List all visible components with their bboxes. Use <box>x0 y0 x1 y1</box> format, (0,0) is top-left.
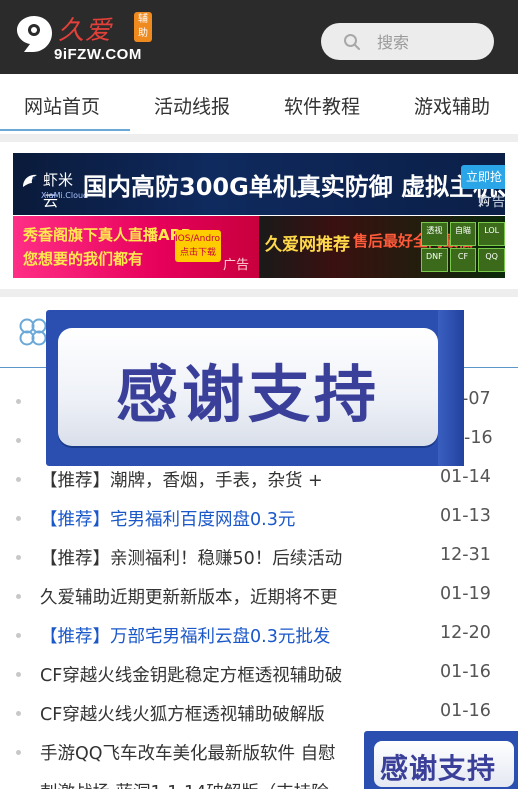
ad-banner-double: 秀香阁旗下真人直播APP 您想要的我们都有 IOS/Android 点击下载 广… <box>13 216 505 278</box>
site-header: 久爱 辅助 9iFZW.COM <box>0 0 518 74</box>
shrimp-logo-icon <box>23 174 37 187</box>
ad-brand: 虾米云 XiaMi.Cloud <box>19 161 88 210</box>
popup-edge <box>438 310 464 466</box>
list-item-date: 12-31 <box>440 545 491 565</box>
list-item-title[interactable]: 【推荐】万部宅男福利云盘0.3元批发 <box>40 623 370 648</box>
bullet-dot <box>16 399 21 404</box>
bullet-dot <box>16 711 21 716</box>
thanks-corner-card: 感谢支持 <box>374 741 514 787</box>
list-item-date: 01-14 <box>440 467 491 487</box>
list-item[interactable]: 【推荐】宅男福利百度网盘0.3元 01-13 <box>0 499 518 535</box>
ad-feature-grid: 透视 自瞄 LOL DNF CF QQ <box>421 222 505 272</box>
list-item-date: -16 <box>464 428 493 448</box>
list-item-date: 12-20 <box>440 623 491 643</box>
ad-live-line2: 您想要的我们都有 <box>23 250 144 268</box>
search-box[interactable] <box>321 23 494 60</box>
list-item-title[interactable]: 手游QQ飞车改车美化最新版软件 自慰 <box>40 740 370 765</box>
ad-brand-domain: XiaMi.Cloud <box>41 191 89 200</box>
nav-active-indicator <box>0 129 130 131</box>
logo-badge: 辅助 <box>134 12 152 42</box>
list-item-title[interactable]: 【推荐】亲测福利！稳赚50！后续活动 <box>40 545 370 570</box>
thanks-corner-text: 感谢支持 <box>380 752 497 785</box>
ad-feature-cell: 透视 <box>421 222 448 246</box>
ad-headline: 国内高防300G单机真实防御 虚拟主机、服务器 <box>83 173 505 201</box>
bullet-dot <box>16 633 21 638</box>
list-item-title[interactable]: CF穿越火线金钥匙稳定方框透视辅助破 <box>40 662 370 687</box>
ad-label: 广告 <box>479 195 505 210</box>
list-item-date: 01-16 <box>440 701 491 721</box>
bullet-dot <box>16 516 21 521</box>
bullet-dot <box>16 750 21 755</box>
ad-feature-cell: LOL <box>478 222 505 246</box>
ad-feature-cell: QQ <box>478 248 505 272</box>
site-logo[interactable]: 久爱 辅助 9iFZW.COM <box>14 10 164 66</box>
ad-recommend-title: 久爱网推荐 <box>265 235 350 255</box>
list-item[interactable]: CF穿越火线火狐方框透视辅助破解版 01-16 <box>0 694 518 730</box>
section-divider <box>0 289 518 297</box>
search-input[interactable] <box>377 30 482 54</box>
bullet-dot <box>16 672 21 677</box>
ad-buy-button[interactable]: 立即抢购 <box>461 165 505 208</box>
nav-tab-home[interactable]: 网站首页 <box>24 92 100 119</box>
list-item-date: 01-13 <box>440 506 491 526</box>
list-item-title[interactable]: 刺激战场 蓝洞1.1.14破解版（支持除 <box>40 779 370 789</box>
bullet-dot <box>16 594 21 599</box>
list-item-date: -07 <box>462 389 491 409</box>
nav-tab-game-assist[interactable]: 游戏辅助 <box>414 92 490 119</box>
logo-domain-text: 9iFZW.COM <box>54 46 142 63</box>
list-item-title[interactable]: 【推荐】潮牌，香烟，手表，杂货 + <box>40 467 370 492</box>
list-item-title[interactable]: 【推荐】宅男福利百度网盘0.3元 <box>40 506 370 531</box>
list-item[interactable]: CF穿越火线金钥匙稳定方框透视辅助破 01-16 <box>0 655 518 691</box>
ad-download-button[interactable]: IOS/Android 点击下载 <box>175 230 228 262</box>
logo-chinese-text: 久爱 <box>58 16 113 46</box>
ad-live-app[interactable]: 秀香阁旗下真人直播APP 您想要的我们都有 IOS/Android 点击下载 广… <box>13 216 259 278</box>
bullet-dot <box>16 477 21 482</box>
list-item-title[interactable]: CF穿越火线火狐方框透视辅助破解版 <box>40 701 370 726</box>
list-item-date: 01-19 <box>440 584 491 604</box>
main-nav: 网站首页 活动线报 软件教程 游戏辅助 <box>0 74 518 134</box>
thanks-popup-text: 感谢支持 <box>115 358 380 431</box>
thanks-corner-badge[interactable]: 感谢支持 <box>364 731 518 789</box>
thanks-popup[interactable]: 感谢支持 <box>46 310 464 466</box>
ad-brand-name: 虾米云 <box>43 171 74 210</box>
ad-recommend[interactable]: 久爱网推荐 售后最好全网最低 透视 自瞄 LOL DNF CF QQ <box>259 216 505 278</box>
ad-banner-hosting[interactable]: 虾米云 XiaMi.Cloud 国内高防300G单机真实防御 虚拟主机、服务器 … <box>13 153 505 215</box>
list-item[interactable]: 【推荐】万部宅男福利云盘0.3元批发 12-20 <box>0 616 518 652</box>
logo-mark-icon <box>17 16 52 52</box>
search-icon[interactable] <box>343 33 361 51</box>
ad-feature-cell: 自瞄 <box>449 222 477 246</box>
ad-live-line1: 秀香阁旗下真人直播APP <box>23 226 192 244</box>
clover-icon <box>19 318 47 346</box>
ad-feature-cell: DNF <box>421 248 448 272</box>
bullet-dot <box>16 555 21 560</box>
ad-feature-cell: CF <box>449 248 477 272</box>
thanks-popup-card: 感谢支持 <box>58 328 438 446</box>
list-item[interactable]: 久爱辅助近期更新新版本，近期将不更 01-19 <box>0 577 518 613</box>
list-item-title[interactable]: 久爱辅助近期更新新版本，近期将不更 <box>40 584 370 609</box>
list-item-date: 01-16 <box>440 662 491 682</box>
nav-tab-activities[interactable]: 活动线报 <box>154 92 230 119</box>
nav-tab-tutorials[interactable]: 软件教程 <box>284 92 360 119</box>
ad-label: 广告 <box>223 258 250 273</box>
list-item[interactable]: 【推荐】亲测福利！稳赚50！后续活动 12-31 <box>0 538 518 574</box>
section-divider <box>0 134 518 142</box>
bullet-dot <box>16 438 21 443</box>
